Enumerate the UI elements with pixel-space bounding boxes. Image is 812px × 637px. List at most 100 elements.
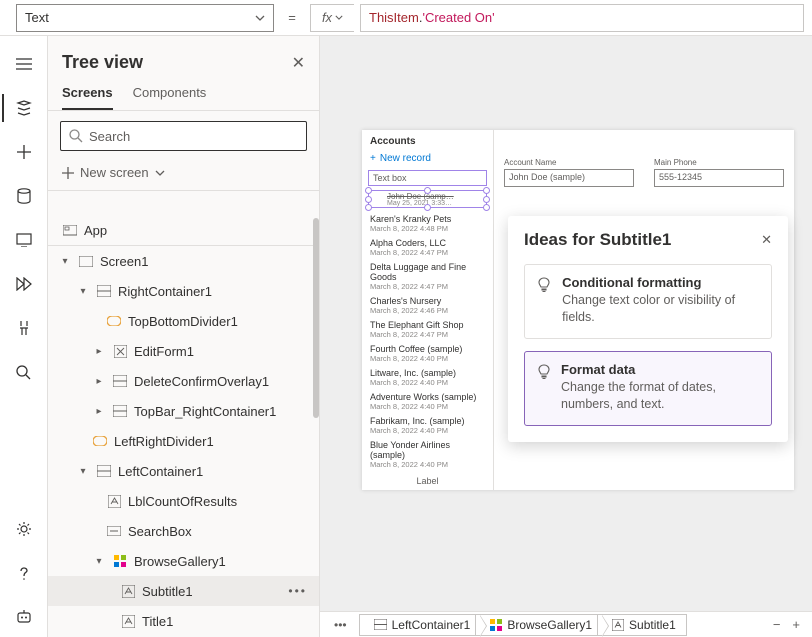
node-browsegallery1[interactable]: ▾ BrowseGallery1 — [48, 546, 319, 576]
node-deleteconfirmoverlay1[interactable]: ▸ DeleteConfirmOverlay1 — [48, 366, 319, 396]
chevron-down-icon — [255, 15, 265, 21]
preview-new-record[interactable]: +New record — [362, 151, 493, 170]
list-item-name: Litware, Inc. (sample) — [370, 368, 485, 378]
list-item-sub: March 8, 2022 4:47 PM — [370, 248, 485, 257]
node-label: DeleteConfirmOverlay1 — [134, 374, 269, 389]
idea-conditional-formatting[interactable]: Conditional formatting Change text color… — [524, 264, 772, 339]
node-label: TopBar_RightContainer1 — [134, 404, 276, 419]
scrollbar[interactable] — [313, 218, 319, 418]
search-input[interactable]: Search — [60, 121, 307, 151]
formula-token-literal: 'Created On' — [422, 10, 494, 25]
node-rightcontainer1[interactable]: ▾ RightContainer1 — [48, 276, 319, 306]
list-item-name: Alpha Coders, LLC — [370, 238, 485, 248]
list-item[interactable]: Delta Luggage and Fine GoodsMarch 8, 202… — [370, 260, 485, 294]
more-icon[interactable]: ••• — [288, 584, 311, 598]
node-leftrightdivider1[interactable]: LeftRightDivider1 — [48, 426, 319, 456]
list-item[interactable]: Charles's NurseryMarch 8, 2022 4:46 PM — [370, 294, 485, 318]
label-icon — [612, 619, 624, 631]
idea-title: Format data — [561, 362, 759, 377]
gallery-icon — [112, 553, 128, 569]
rail-virtualagent-icon[interactable] — [2, 597, 46, 637]
preview-left-pane: Accounts +New record Text box John Doe (… — [362, 130, 494, 490]
treeview-tabs: Screens Components — [48, 79, 319, 111]
tab-components[interactable]: Components — [133, 79, 207, 110]
breadcrumb-label: Subtitle1 — [629, 618, 676, 632]
node-searchbox[interactable]: SearchBox — [48, 516, 319, 546]
zoom-controls[interactable]: −+ — [773, 617, 804, 632]
fx-dropdown[interactable]: fx — [310, 4, 354, 32]
equals-label: = — [280, 10, 304, 25]
field-input-accountname[interactable]: John Doe (sample) — [504, 169, 634, 187]
idea-title: Conditional formatting — [562, 275, 759, 290]
node-label: App — [84, 223, 107, 238]
list-item[interactable]: Blue Yonder Airlines (sample)March 8, 20… — [370, 438, 485, 472]
list-item-name: Fabrikam, Inc. (sample) — [370, 416, 485, 426]
breadcrumb-subtitle1[interactable]: Subtitle1 — [597, 614, 687, 636]
rail-insert-icon[interactable] — [2, 132, 46, 172]
node-label: Screen1 — [100, 254, 148, 269]
breadcrumb-leftcontainer1[interactable]: LeftContainer1 — [359, 614, 482, 636]
list-item-sub: March 8, 2022 4:47 PM — [370, 330, 485, 339]
tree-body: App ▾ Screen1 ▾ RightContainer1 TopBotto… — [48, 216, 319, 637]
node-topbar-rightcontainer1[interactable]: ▸ TopBar_RightContainer1 — [48, 396, 319, 426]
node-app[interactable]: App — [48, 216, 319, 246]
list-item-sub: March 8, 2022 4:40 PM — [370, 378, 485, 387]
new-screen-button[interactable]: New screen — [48, 159, 319, 191]
list-item-sub: March 8, 2022 4:47 PM — [370, 282, 485, 291]
rail-powerautomate-icon[interactable] — [2, 264, 46, 304]
breadcrumb-more-icon[interactable]: ••• — [328, 618, 353, 632]
list-item[interactable]: Alpha Coders, LLCMarch 8, 2022 4:47 PM — [370, 236, 485, 260]
new-screen-label: New screen — [80, 165, 149, 180]
rail-settings-icon[interactable] — [2, 509, 46, 549]
list-item[interactable]: The Elephant Gift ShopMarch 8, 2022 4:47… — [370, 318, 485, 342]
list-item-sub: March 8, 2022 4:40 PM — [370, 460, 485, 469]
search-placeholder: Search — [89, 129, 130, 144]
list-item-name: The Elephant Gift Shop — [370, 320, 485, 330]
close-icon[interactable]: ✕ — [761, 232, 772, 248]
list-item[interactable]: Fabrikam, Inc. (sample)March 8, 2022 4:4… — [370, 414, 485, 438]
label-icon — [120, 583, 136, 599]
node-subtitle1[interactable]: Subtitle1 ••• — [48, 576, 319, 606]
tab-screens[interactable]: Screens — [62, 79, 113, 110]
chevron-right-icon: ▸ — [92, 346, 106, 357]
rail-media-icon[interactable] — [2, 220, 46, 260]
idea-format-data[interactable]: Format data Change the format of dates, … — [524, 351, 772, 426]
list-item[interactable]: Karen's Kranky PetsMarch 8, 2022 4:48 PM — [370, 212, 485, 236]
rail-help-icon[interactable] — [2, 553, 46, 593]
node-label: BrowseGallery1 — [134, 554, 226, 569]
rail-variables-icon[interactable] — [2, 308, 46, 348]
node-topbottomdivider1[interactable]: TopBottomDivider1 — [48, 306, 319, 336]
preview-textbox[interactable]: Text box — [368, 170, 487, 186]
preview-label: Label — [362, 474, 493, 490]
screen-icon — [78, 253, 94, 269]
chevron-down-icon: ▾ — [76, 466, 90, 477]
node-label: LeftContainer1 — [118, 464, 203, 479]
chevron-right-icon: ▸ — [92, 376, 106, 387]
rail-data-icon[interactable] — [2, 176, 46, 216]
list-item[interactable]: Litware, Inc. (sample)March 8, 2022 4:40… — [370, 366, 485, 390]
container-icon — [112, 373, 128, 389]
breadcrumb-browsegallery1[interactable]: BrowseGallery1 — [475, 614, 603, 636]
node-title1[interactable]: Title1 — [48, 606, 319, 636]
node-editform1[interactable]: ▸ EditForm1 — [48, 336, 319, 366]
list-item-name: Fourth Coffee (sample) — [370, 344, 485, 354]
close-icon[interactable]: ✕ — [292, 53, 305, 73]
node-screen1[interactable]: ▾ Screen1 — [48, 246, 319, 276]
node-leftcontainer1[interactable]: ▾ LeftContainer1 — [48, 456, 319, 486]
preview-list: Karen's Kranky PetsMarch 8, 2022 4:48 PM… — [362, 210, 493, 474]
zoom-out-icon[interactable]: − — [773, 617, 781, 632]
rail-search-icon[interactable] — [2, 352, 46, 392]
list-item-name: Blue Yonder Airlines (sample) — [370, 440, 485, 460]
node-label: RightContainer1 — [118, 284, 212, 299]
node-lblcountofresults[interactable]: LblCountOfResults — [48, 486, 319, 516]
field-input-mainphone[interactable]: 555-12345 — [654, 169, 784, 187]
rail-hamburger-icon[interactable] — [2, 44, 46, 84]
preview-selected-item[interactable]: John Doe (samp… May 25, 2021 3:33… — [368, 190, 487, 208]
rail-treeview-icon[interactable] — [2, 88, 46, 128]
list-item[interactable]: Adventure Works (sample)March 8, 2022 4:… — [370, 390, 485, 414]
chevron-right-icon: ▸ — [92, 406, 106, 417]
formula-input[interactable]: ThisItem.'Created On' — [360, 4, 804, 32]
property-dropdown[interactable]: Text — [16, 4, 274, 32]
list-item[interactable]: Fourth Coffee (sample)March 8, 2022 4:40… — [370, 342, 485, 366]
zoom-in-icon[interactable]: + — [792, 617, 800, 632]
